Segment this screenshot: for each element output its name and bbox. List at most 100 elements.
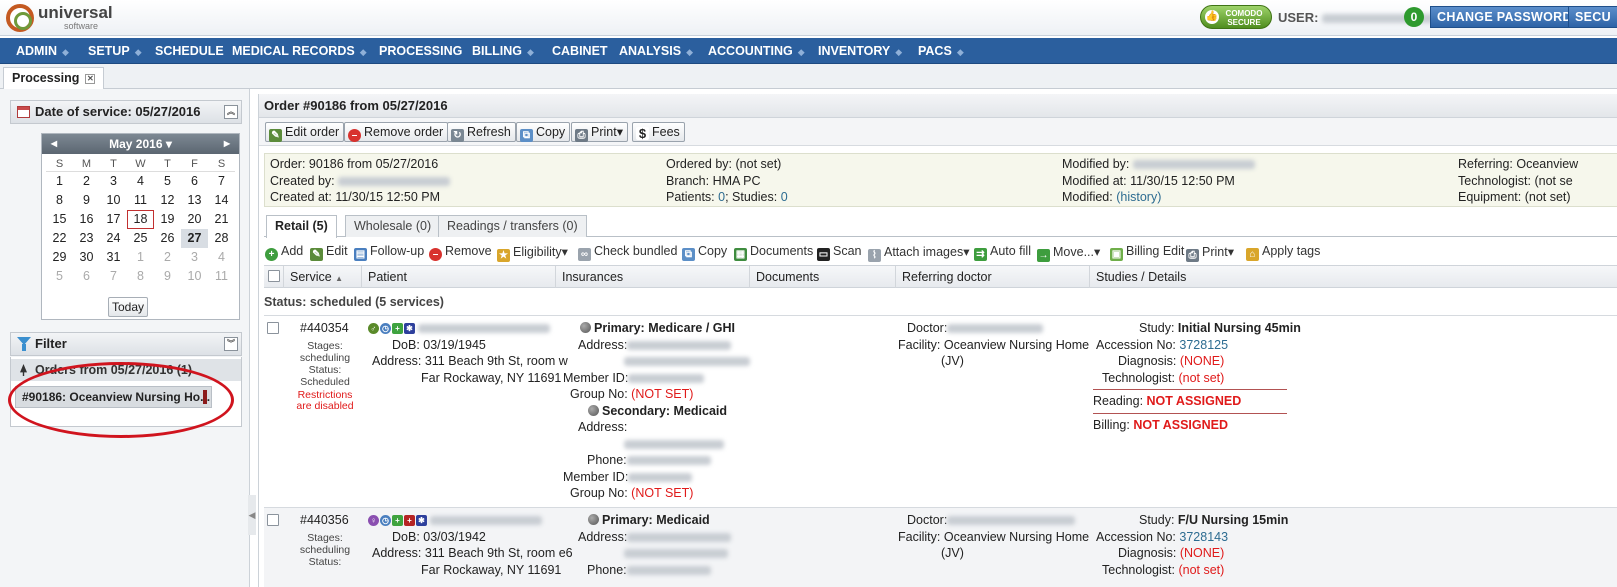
collapse-up-icon[interactable]: ︽ [224,105,238,119]
scan-button[interactable]: ▭ Scan [817,244,862,261]
calendar-day[interactable]: 1 [127,248,154,267]
fees-button[interactable]: $ Fees [632,122,685,142]
close-icon[interactable]: ✕ [85,74,96,84]
table-row[interactable]: #440356 Stages: scheduling Status: ♀ ◷ +… [264,507,1617,587]
calendar-day[interactable]: 5 [46,267,73,286]
calendar-day[interactable]: 22 [46,229,73,248]
add-button[interactable]: + Add [265,244,303,261]
calendar-month-select[interactable]: May 2016 ▾ [109,137,172,151]
menu-accounting[interactable]: ACCOUNTING ◆ [708,38,805,64]
calendar-day[interactable]: 1 [46,172,73,191]
menu-billing[interactable]: BILLING ◆ [472,38,534,64]
calendar-day[interactable]: 14 [208,191,235,210]
calendar-day[interactable]: 7 [100,267,127,286]
calendar-day[interactable]: 9 [73,191,100,210]
move-button[interactable]: → Move...▾ [1037,244,1100,262]
column-documents[interactable]: Documents [750,266,896,288]
tab-readings-transfers[interactable]: Readings / transfers (0) [438,215,587,237]
tab-retail[interactable]: Retail (5) [266,215,337,238]
row-checkbox[interactable] [267,514,279,526]
calendar-day[interactable]: 8 [127,267,154,286]
column-service[interactable]: Service ▲ [284,266,362,288]
prev-month-icon[interactable]: ◀ [44,134,64,154]
calendar-day[interactable]: 3 [100,172,127,191]
attach-images-button[interactable]: ⌇ Attach images▾ [868,244,970,262]
edit-order-button[interactable]: ✎ Edit order [265,122,345,142]
calendar-day[interactable]: 11 [208,267,235,286]
menu-processing[interactable]: PROCESSING [379,38,462,64]
notification-count-badge[interactable]: 0 [1404,7,1424,27]
service-id[interactable]: #440354 [300,320,349,337]
menu-pacs[interactable]: PACS ◆ [918,38,964,64]
column-studies-details[interactable]: Studies / Details [1090,266,1617,288]
calendar-day[interactable]: 16 [73,210,100,229]
calendar-day[interactable]: 15 [46,210,73,229]
calendar-day[interactable]: 6 [181,172,208,191]
tab-processing[interactable]: Processing ✕ [3,67,105,89]
remove-button[interactable]: – Remove [429,244,492,261]
calendar-day[interactable]: 23 [73,229,100,248]
apply-tags-button[interactable]: ⌂ Apply tags [1246,244,1320,261]
calendar-day[interactable]: 24 [100,229,127,248]
calendar-day[interactable]: 9 [154,267,181,286]
calendar-day[interactable]: 3 [181,248,208,267]
menu-inventory[interactable]: INVENTORY ◆ [818,38,902,64]
follow-up-button[interactable]: ▤ Follow-up [354,244,424,261]
filter-header[interactable]: Filter ︾ [10,332,242,356]
menu-analysis[interactable]: ANALYSIS ◆ [619,38,693,64]
service-id[interactable]: #440356 [300,512,349,529]
calendar-day[interactable]: 20 [181,210,208,229]
panel-splitter[interactable]: ◀ [248,495,256,535]
calendar-day[interactable]: 25 [127,229,154,248]
calendar-day[interactable]: 27 [181,229,208,248]
menu-setup[interactable]: SETUP ◆ [88,38,142,64]
table-row[interactable]: #440354 Stages: scheduling Status: Sched… [264,315,1617,507]
menu-medical-records[interactable]: MEDICAL RECORDS ◆ [232,38,367,64]
comodo-secure-badge[interactable]: 👍 COMODO SECURE [1200,5,1272,29]
menu-admin[interactable]: ADMIN ◆ [16,38,69,64]
tab-wholesale[interactable]: Wholesale (0) [345,215,441,237]
date-of-service-header[interactable]: Date of service: 05/27/2016 ︽ [10,100,242,124]
accession-link[interactable]: 3728125 [1179,338,1228,352]
calendar-day[interactable]: 4 [208,248,235,267]
menu-schedule[interactable]: SCHEDULE [155,38,224,64]
calendar-day[interactable]: 4 [127,172,154,191]
calendar-day[interactable]: 30 [73,248,100,267]
calendar-day[interactable]: 12 [154,191,181,210]
documents-button[interactable]: ▦ Documents [734,244,813,261]
row-checkbox[interactable] [267,322,279,334]
calendar-day[interactable]: 21 [208,210,235,229]
universal-software-logo[interactable]: universal software [6,4,113,32]
calendar-day[interactable]: 11 [127,191,154,210]
menu-cabinet[interactable]: CABINET [552,38,608,64]
print-services-button[interactable]: ⎙ Print▾ [1186,244,1234,262]
change-password-button[interactable]: CHANGE PASSWORD [1430,6,1579,28]
auto-fill-button[interactable]: ⇉ Auto fill [974,244,1031,261]
copy-service-button[interactable]: ⧉ Copy [682,244,727,261]
check-bundled-button[interactable]: ∞ Check bundled [578,244,677,261]
security-button[interactable]: SECU [1568,6,1617,28]
calendar-day[interactable]: 5 [154,172,181,191]
refresh-button[interactable]: ↻ Refresh [447,122,516,142]
studies-count-link[interactable]: 0 [781,190,788,204]
calendar-day[interactable]: 2 [73,172,100,191]
calendar-day[interactable]: 2 [154,248,181,267]
calendar-day[interactable]: 19 [154,210,181,229]
history-link[interactable]: (history) [1116,190,1161,204]
calendar-day[interactable]: 28 [208,229,235,248]
remove-order-button[interactable]: – Remove order [344,122,449,142]
calendar-day[interactable]: 26 [154,229,181,248]
calendar-day[interactable]: 29 [46,248,73,267]
today-button[interactable]: Today [108,297,148,317]
column-referring-doctor[interactable]: Referring doctor [896,266,1090,288]
calendar-day[interactable]: 8 [46,191,73,210]
print-button[interactable]: ⎙ Print▾ [571,122,628,142]
column-insurances[interactable]: Insurances [556,266,750,288]
primary-insurance[interactable]: Primary: Medicare / GHI [594,321,735,335]
column-patient[interactable]: Patient [362,266,556,288]
calendar-day[interactable]: 31 [100,248,127,267]
calendar-day[interactable]: 10 [100,191,127,210]
billing-edit-button[interactable]: ▣ Billing Edit [1110,244,1184,261]
eligibility-button[interactable]: ★ Eligibility▾ [497,244,568,262]
calendar-day[interactable]: 10 [181,267,208,286]
